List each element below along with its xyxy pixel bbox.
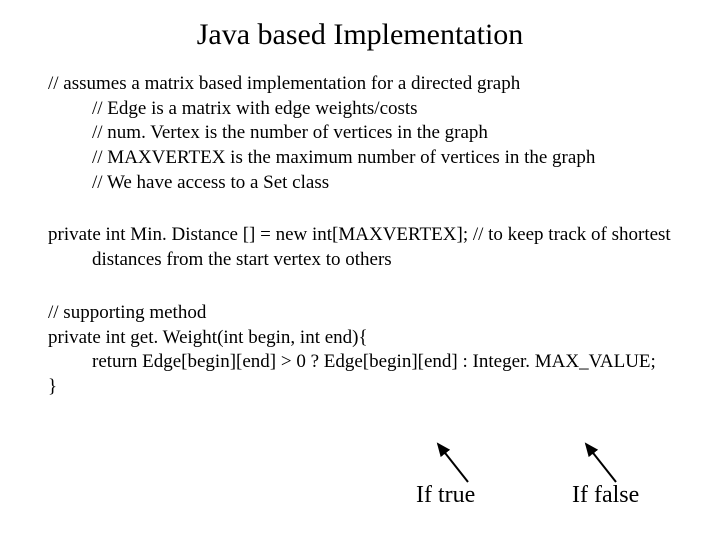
code-line: return Edge[begin][end] > 0 ? Edge[begin… [48,350,672,375]
comment-line: // assumes a matrix based implementation… [48,72,672,97]
code-line: } [48,375,672,400]
method-block: // supporting method private int get. We… [48,301,672,400]
comment-line: // We have access to a Set class [48,171,672,196]
declaration-block: private int Min. Distance [] = new int[M… [48,223,672,272]
slide: Java based Implementation // assumes a m… [0,0,720,540]
comment-line: // Edge is a matrix with edge weights/co… [48,97,672,122]
label-if-false: If false [572,482,639,509]
comment-line: // MAXVERTEX is the maximum number of ve… [48,146,672,171]
code-line: private int get. Weight(int begin, int e… [48,326,672,351]
label-if-true: If true [416,482,475,509]
comment-line: // supporting method [48,301,672,326]
slide-title: Java based Implementation [48,0,672,72]
arrow-false-icon [576,438,636,488]
arrow-true-icon [430,438,490,488]
comments-block: // assumes a matrix based implementation… [48,72,672,195]
code-line: private int Min. Distance [] = new int[M… [48,223,672,272]
comment-line: // num. Vertex is the number of vertices… [48,121,672,146]
